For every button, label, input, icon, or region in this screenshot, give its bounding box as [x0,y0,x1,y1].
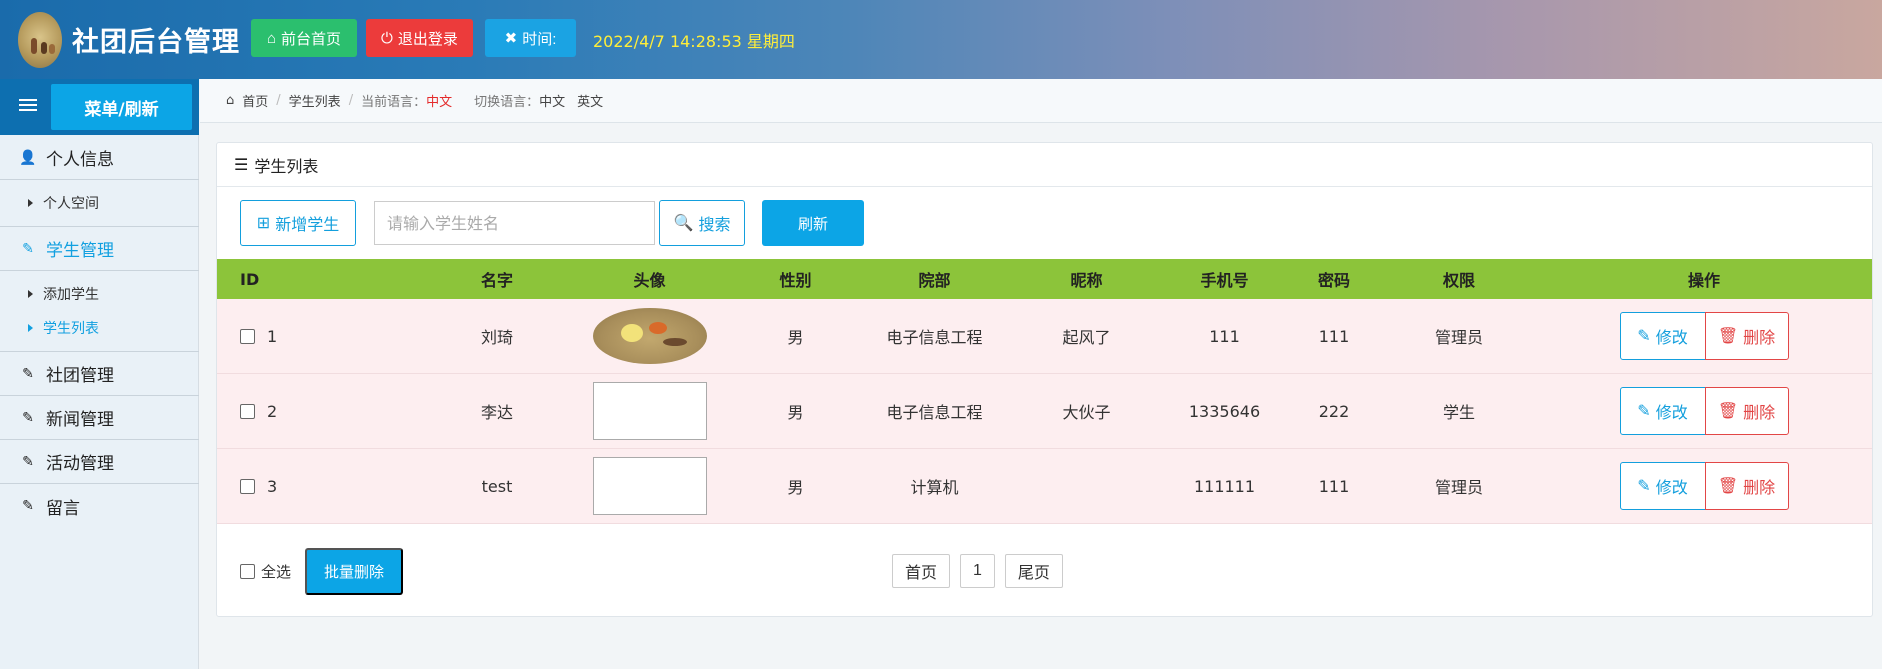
trash-icon: 🗑 [1717,403,1739,420]
edit-icon: ✎ [1637,328,1651,345]
edit-icon: ✎ [22,453,34,470]
edit-icon: ✎ [1637,403,1651,420]
delete-button[interactable]: 🗑 删除 [1704,462,1789,510]
caret-right-icon [28,324,33,332]
page-number-button[interactable]: 1 [960,554,995,588]
time-button[interactable]: ✖ 时间: [485,19,576,57]
list-icon: ☰ [234,155,249,174]
plus-square-icon: ⊞ [256,215,271,232]
edit-button[interactable]: ✎ 修改 [1619,312,1706,360]
caret-right-icon [28,290,33,298]
breadcrumb-home[interactable]: 首页 [242,91,268,110]
checkbox[interactable] [240,564,255,579]
row-checkbox[interactable] [240,478,255,494]
select-all-checkbox[interactable]: 全选 [240,561,291,582]
house-icon: ⌂ [226,93,235,108]
row-checkbox[interactable] [240,403,255,419]
switch-language-english[interactable]: 英文 [577,91,603,110]
delete-button[interactable]: 🗑 删除 [1704,312,1789,360]
sidebar: 菜单/刷新 👤 个人信息 个人空间 ✎ 学生管理 添加学生 学生列表 ✎ 社团管… [0,79,199,669]
avatar [592,308,707,364]
breadcrumb-current: 学生列表 [288,95,341,110]
search-button[interactable]: 🔍 搜索 [659,200,745,246]
hamburger-icon[interactable] [19,99,37,113]
breadcrumb-separator: / [276,93,281,108]
sidebar-top: 菜单/刷新 [0,79,199,135]
caret-right-icon [28,199,33,207]
sidebar-item-club-manage[interactable]: ✎ 社团管理 [0,352,199,396]
delete-button[interactable]: 🗑 删除 [1704,387,1789,435]
switch-language-label: 切换语言： [474,95,540,110]
current-language-label: 当前语言： [361,95,427,110]
menu-refresh-button[interactable]: 菜单/刷新 [51,84,192,130]
search-input[interactable] [374,201,655,245]
club-logo [18,12,62,68]
user-icon: 👤 [19,149,37,166]
trash-icon: 🗑 [1717,328,1739,345]
table-row: 1 刘琦 男 电子信息工程 起风了 111 111 管理员 ✎ 修改 🗑 删除 [217,299,1872,374]
edit-icon: ✎ [22,498,34,514]
sidebar-subitem-personal-space[interactable]: 个人空间 [0,186,199,220]
home-button[interactable]: ⌂ 前台首页 [251,19,357,57]
avatar-broken-image [592,382,707,440]
panel-header: ☰ 学生列表 [217,143,1872,187]
student-table: ID 名字 头像 性别 院部 昵称 手机号 密码 权限 操作 1 刘琦 男 电子… [217,259,1872,524]
last-page-button[interactable]: 尾页 [1004,554,1063,588]
table-footer: 全选 批量删除 [240,548,404,595]
edit-button[interactable]: ✎ 修改 [1619,462,1706,510]
first-page-button[interactable]: 首页 [892,554,951,588]
breadcrumb: ⌂ 首页 / 学生列表 / 当前语言： 中文 切换语言： 中文 英文 [200,79,1882,123]
top-header: 社团后台管理 ⌂ 前台首页 ⏻ 退出登录 ✖ 时间: 2022/4/7 14:2… [0,0,1882,79]
site-title: 社团后台管理 [72,27,240,58]
edit-icon: ✎ [22,365,34,382]
table-row: 2 李达 男 电子信息工程 大伙子 1335646 222 学生 ✎ 修改 🗑 删除 [217,374,1872,449]
close-icon: ✖ [504,30,518,47]
sidebar-item-personal-info[interactable]: 👤 个人信息 [0,136,199,180]
sidebar-item-messages[interactable]: ✎ 留言 [0,484,199,528]
student-list-panel: ☰ 学生列表 ⊞ 新增学生 🔍 搜索 刷新 ID 名字 头像 性别 院部 昵称 … [216,142,1873,617]
batch-delete-button[interactable]: 批量删除 [305,548,404,595]
sidebar-subitem-add-student[interactable]: 添加学生 [0,277,199,311]
avatar-broken-image [592,457,707,515]
refresh-button[interactable]: 刷新 [762,200,864,246]
edit-button[interactable]: ✎ 修改 [1619,387,1706,435]
sidebar-item-activity-manage[interactable]: ✎ 活动管理 [0,440,199,484]
panel-title: 学生列表 [254,156,319,176]
pagination: 首页 1 尾页 [892,554,1063,588]
house-icon: ⌂ [266,29,277,47]
sidebar-menu: 👤 个人信息 个人空间 ✎ 学生管理 添加学生 学生列表 ✎ 社团管理 ✎ 新闻… [0,136,199,528]
power-icon: ⏻ [381,29,393,47]
breadcrumb-separator: / [348,93,354,108]
table-header: ID 名字 头像 性别 院部 昵称 手机号 密码 权限 操作 [217,259,1872,299]
toolbar: ⊞ 新增学生 🔍 搜索 刷新 [240,200,864,246]
row-checkbox[interactable] [240,328,255,344]
sidebar-item-student-manage[interactable]: ✎ 学生管理 [0,227,199,271]
add-student-button[interactable]: ⊞ 新增学生 [240,200,356,246]
trash-icon: 🗑 [1717,478,1739,495]
edit-icon: ✎ [22,240,34,257]
sidebar-item-news-manage[interactable]: ✎ 新闻管理 [0,396,199,440]
current-language-value: 中文 [426,95,453,110]
sidebar-subitem-student-list[interactable]: 学生列表 [0,311,199,345]
edit-icon: ✎ [22,409,34,426]
logout-button[interactable]: ⏻ 退出登录 [366,19,473,57]
clock-display: 2022/4/7 14:28:53 星期四 [593,32,795,51]
table-row: 3 test 男 计算机 111111 111 管理员 ✎ 修改 🗑 删除 [217,449,1872,524]
switch-language-chinese[interactable]: 中文 [539,91,565,110]
edit-icon: ✎ [1637,478,1651,495]
search-icon: 🔍 [673,215,694,232]
